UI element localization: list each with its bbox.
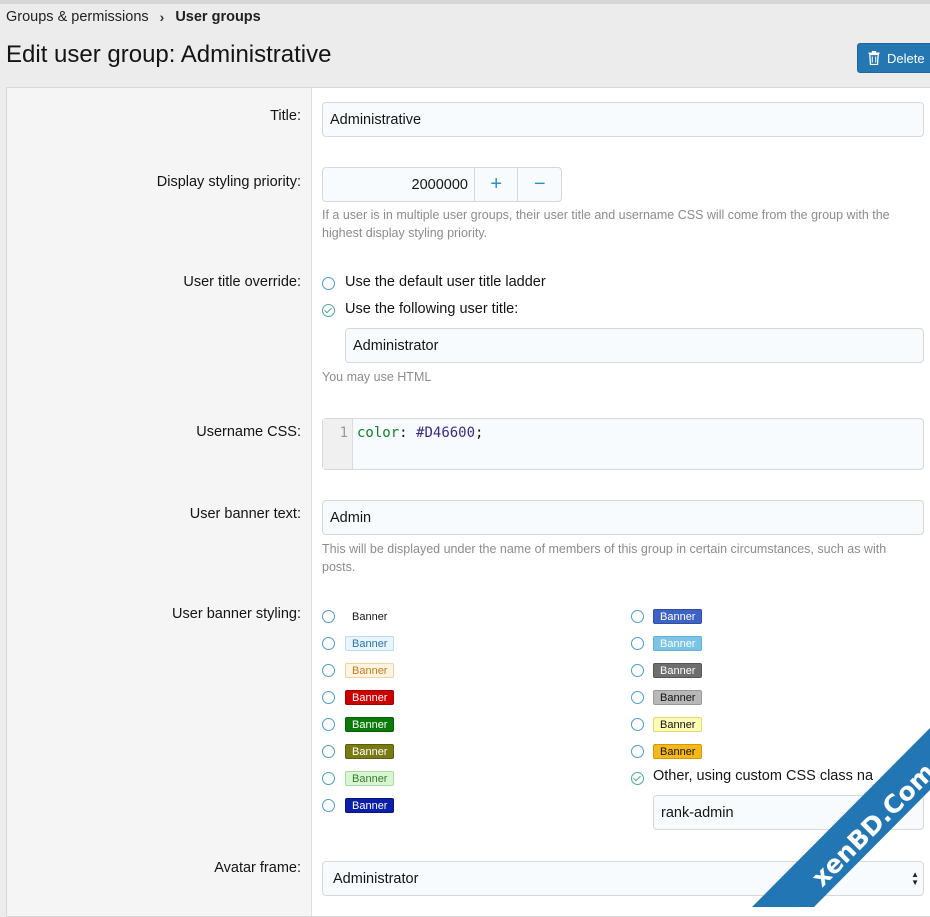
trash-icon xyxy=(868,51,880,65)
user-title-custom-radio[interactable] xyxy=(322,304,335,317)
watermark-band xyxy=(752,728,930,907)
banner-style-radio[interactable] xyxy=(322,637,335,650)
banner-style-radio[interactable] xyxy=(631,637,644,650)
banner-style-sample[interactable]: Banner xyxy=(653,717,703,732)
title-input[interactable]: Administrative xyxy=(322,102,924,137)
user-title-default-radio[interactable] xyxy=(322,277,335,290)
priority-label: Display styling priority: xyxy=(156,174,301,190)
css-colon: : xyxy=(399,425,408,441)
user-title-label: User title override: xyxy=(183,274,301,290)
banner-other-radio[interactable] xyxy=(631,772,644,785)
banner-text-input[interactable]: Admin xyxy=(322,500,924,535)
title-label: Title: xyxy=(270,108,301,124)
banner-style-sample[interactable]: Banner xyxy=(653,744,703,759)
user-title-input[interactable]: Administrator xyxy=(345,328,924,363)
banner-style-radio[interactable] xyxy=(322,691,335,704)
banner-style-sample[interactable]: Banner xyxy=(345,663,395,678)
banner-style-radio[interactable] xyxy=(631,610,644,623)
banner-style-radio[interactable] xyxy=(631,718,644,731)
breadcrumb-parent-link[interactable]: Groups & permissions xyxy=(6,9,149,25)
banner-styling-label: User banner styling: xyxy=(172,606,301,622)
chevron-right-icon: › xyxy=(159,9,165,25)
avatar-frame-value: Administrator xyxy=(333,870,419,887)
banner-style-sample[interactable]: Banner xyxy=(345,798,395,813)
page-title: Edit user group: Administrative xyxy=(6,41,332,68)
banner-style-sample[interactable]: Banner xyxy=(345,744,395,759)
banner-style-radio[interactable] xyxy=(322,772,335,785)
banner-style-sample[interactable]: Banner xyxy=(345,636,395,651)
banner-style-radio[interactable] xyxy=(631,691,644,704)
banner-style-radio[interactable] xyxy=(322,610,335,623)
css-value: #D46600 xyxy=(416,425,476,441)
banner-style-radio[interactable] xyxy=(322,718,335,731)
banner-style-sample[interactable]: Banner xyxy=(653,636,703,651)
username-css-editor[interactable]: 1 color: #D46600; xyxy=(322,418,924,470)
priority-input[interactable]: 2000000 xyxy=(323,168,474,201)
banner-style-sample[interactable]: Banner xyxy=(345,690,395,705)
user-title-hint: You may use HTML xyxy=(322,370,432,384)
breadcrumb: Groups & permissions › User groups xyxy=(6,9,261,25)
breadcrumb-current-link[interactable]: User groups xyxy=(175,9,260,25)
label-column xyxy=(7,88,312,916)
banner-style-radio[interactable] xyxy=(631,664,644,677)
delete-button[interactable]: Delete xyxy=(857,43,930,73)
user-title-default-option[interactable]: Use the default user title ladder xyxy=(345,274,546,290)
banner-text-hint: This will be displayed under the name of… xyxy=(322,542,887,574)
avatar-frame-label: Avatar frame: xyxy=(214,860,301,876)
banner-style-sample[interactable]: Banner xyxy=(653,609,703,624)
increment-button[interactable]: + xyxy=(473,168,518,201)
banner-style-sample[interactable]: Banner xyxy=(345,717,395,732)
watermark: xenBD.Com xyxy=(752,728,930,907)
username-css-label: Username CSS: xyxy=(196,424,301,440)
css-semicolon: ; xyxy=(475,425,484,441)
delete-button-label: Delete xyxy=(887,50,925,66)
top-bar xyxy=(0,0,930,4)
banner-style-radio[interactable] xyxy=(322,799,335,812)
banner-style-sample[interactable]: Banner xyxy=(345,609,394,624)
code-line: color: #D46600; xyxy=(353,419,487,469)
priority-stepper: 2000000 + − xyxy=(322,167,562,202)
decrement-button[interactable]: − xyxy=(517,168,561,201)
css-property: color xyxy=(357,425,400,441)
banner-style-radio[interactable] xyxy=(631,745,644,758)
banner-style-sample[interactable]: Banner xyxy=(345,771,395,786)
banner-style-sample[interactable]: Banner xyxy=(653,663,703,678)
priority-hint: If a user is in multiple user groups, th… xyxy=(322,208,890,240)
banner-style-radio[interactable] xyxy=(322,745,335,758)
line-number: 1 xyxy=(323,419,353,469)
banner-text-label: User banner text: xyxy=(189,506,301,522)
banner-style-sample[interactable]: Banner xyxy=(653,690,703,705)
banner-style-radio[interactable] xyxy=(322,664,335,677)
watermark-text: xenBD.Com xyxy=(806,757,930,892)
user-title-custom-option[interactable]: Use the following user title: xyxy=(345,301,518,317)
